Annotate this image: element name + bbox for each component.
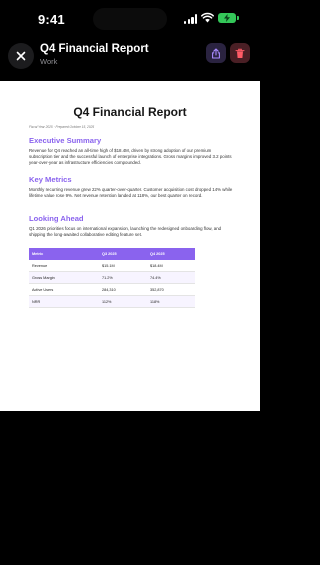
- share-icon: [212, 47, 220, 59]
- table-row: NRR 112% 118%: [29, 295, 195, 308]
- table-header-row: Metric Q3 2025 Q4 2025: [29, 248, 195, 260]
- document-title-header: Q4 Financial Report: [40, 43, 149, 55]
- table-cell: 352,870: [147, 283, 195, 296]
- paragraph-executive-summary: Revenue for Q4 reached an all-time high …: [29, 148, 232, 165]
- battery-charging-icon: [218, 13, 239, 23]
- table-cell: Revenue: [29, 260, 99, 272]
- table-cell: Gross Margin: [29, 271, 99, 284]
- trash-icon: [235, 48, 245, 58]
- cellular-signal-icon: [184, 14, 198, 24]
- table-row: Active Users 284,310 352,870: [29, 283, 195, 296]
- table-cell: $18.4M: [147, 260, 195, 272]
- status-time: 9:41: [38, 12, 65, 27]
- document-meta: Fiscal Year 2025 · Prepared October 15, …: [29, 125, 95, 129]
- table-header-cell: Q3 2025: [99, 248, 147, 260]
- table-header-cell: Q4 2025: [147, 248, 195, 260]
- paragraph-looking-ahead: Q1 2026 priorities focus on internationa…: [29, 226, 222, 237]
- table-cell: NRR: [29, 295, 99, 308]
- table-cell: 112%: [99, 295, 147, 308]
- table-cell: Active Users: [29, 283, 99, 296]
- table-cell: 74.4%: [147, 271, 195, 284]
- delete-button[interactable]: [230, 43, 250, 63]
- heading-looking-ahead: Looking Ahead: [29, 214, 84, 223]
- table-row: Gross Margin 71.2% 74.4%: [29, 271, 195, 284]
- close-icon: [16, 51, 26, 61]
- table-header-cell: Metric: [29, 248, 99, 260]
- paragraph-key-metrics: Monthly recurring revenue grew 22% quart…: [29, 187, 233, 198]
- table-cell: $15.1M: [99, 260, 147, 272]
- heading-key-metrics: Key Metrics: [29, 175, 72, 184]
- document-page: Q4 Financial Report Fiscal Year 2025 · P…: [0, 81, 260, 411]
- folder-label: Work: [40, 57, 58, 66]
- table-cell: 71.2%: [99, 271, 147, 284]
- heading-executive-summary: Executive Summary: [29, 136, 102, 145]
- table-cell: 118%: [147, 295, 195, 308]
- dynamic-island: [93, 8, 167, 30]
- wifi-icon: [201, 12, 214, 23]
- status-bar: 9:41: [0, 0, 260, 40]
- share-button[interactable]: [206, 43, 226, 63]
- document-title: Q4 Financial Report: [73, 105, 187, 119]
- metrics-table: Metric Q3 2025 Q4 2025 Revenue $15.1M $1…: [29, 248, 195, 308]
- table-row: Revenue $15.1M $18.4M: [29, 260, 195, 272]
- table-cell: 284,310: [99, 283, 147, 296]
- close-button[interactable]: [8, 43, 34, 69]
